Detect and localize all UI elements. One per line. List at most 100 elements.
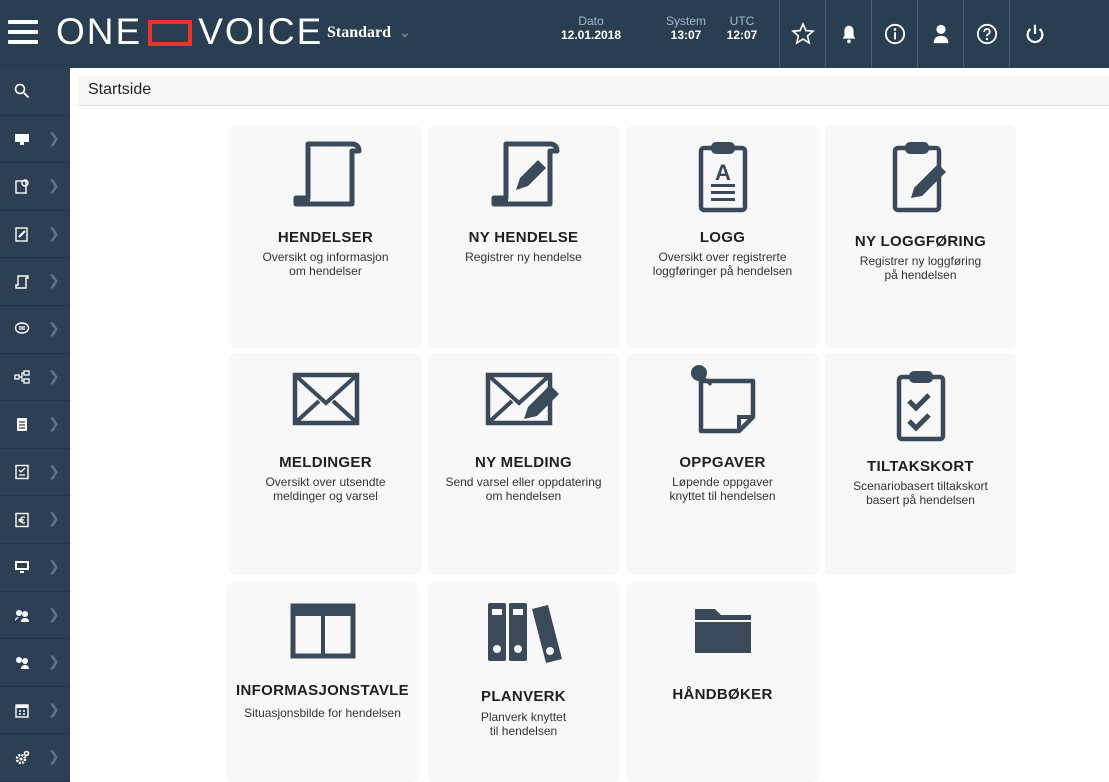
- tile-title: NY LOGGFØRING: [854, 233, 987, 250]
- sidebar-item-users[interactable]: ❯: [0, 639, 70, 687]
- bell-icon: [842, 25, 855, 44]
- tile-description: Scenariobasert tiltakskort basert på hen…: [853, 479, 988, 507]
- tile-description: Løpende oppgaver knyttet til hendelsen: [669, 475, 776, 503]
- envelope-icon: [292, 372, 359, 426]
- monitor-icon: [15, 561, 29, 574]
- sidebar: ❯ ❯ ❯ ❯ ❯ ❯ ❯ ❯ ❯ ❯ ❯ ❯ ❯ ❯: [0, 68, 70, 782]
- help-button[interactable]: [963, 0, 1009, 68]
- logout-button[interactable]: [1009, 0, 1060, 68]
- chevron-right-icon: ❯: [48, 653, 60, 670]
- tile-title: LOGG: [699, 229, 746, 246]
- system-value: 13:07: [670, 28, 702, 42]
- tile-title: OPPGAVER: [679, 454, 766, 471]
- chat-icon: [14, 322, 30, 334]
- checklist-icon: [15, 464, 29, 480]
- info-button[interactable]: [871, 0, 917, 68]
- clipboard-text-icon: A: [698, 142, 747, 213]
- sidebar-item-scroll[interactable]: ❯: [0, 258, 70, 306]
- menu-icon[interactable]: [8, 20, 38, 44]
- tile-tiltakskort[interactable]: TILTAKSKORT Scenariobasert tiltakskort b…: [825, 353, 1016, 575]
- chevron-right-icon: ❯: [48, 319, 60, 336]
- profile-label: Standard: [327, 24, 392, 41]
- sidebar-item-settings[interactable]: ❯: [0, 734, 70, 782]
- tile-title: NY HENDELSE: [468, 229, 579, 246]
- tile-description: Registrer ny loggføring på hendelsen: [859, 254, 982, 282]
- tile-description: Oversikt og informasjon om hendelser: [262, 250, 389, 278]
- breadcrumb-label: Startside: [88, 81, 152, 98]
- chevron-right-icon: ❯: [48, 177, 60, 194]
- scroll-icon: [15, 274, 29, 289]
- tile-description: Oversikt over utsendte meldinger og vars…: [265, 475, 386, 503]
- sidebar-item-dashboard[interactable]: ❯: [0, 116, 70, 164]
- sidebar-item-search[interactable]: [0, 68, 70, 116]
- tile-planverk[interactable]: PLANVERK Planverk knyttet til hendelsen: [428, 583, 619, 782]
- events-icon: [15, 179, 29, 195]
- euro-icon: [15, 512, 29, 527]
- tile-logg[interactable]: A LOGG Oversikt over registrerte loggfør…: [627, 126, 818, 348]
- clipboard-pencil-icon: [892, 142, 946, 213]
- calendar-icon: [15, 704, 29, 718]
- scroll-icon: [293, 141, 361, 207]
- tile-title: MELDINGER: [279, 454, 372, 471]
- system-time: System 13:07: [660, 14, 712, 42]
- date-display: Dato 12.01.2018: [556, 14, 626, 42]
- tile-informasjonstavle[interactable]: INFORMASJONSTAVLE Situasjonsbilde for he…: [227, 583, 418, 782]
- chevron-right-icon: ❯: [48, 272, 60, 289]
- clipboard-icon: [17, 418, 27, 432]
- tile-title: HENDELSER: [277, 229, 374, 246]
- tile-handboker[interactable]: HÅNDBØKER: [627, 583, 818, 782]
- tile-description: Send varsel eller oppdatering om hendels…: [445, 475, 602, 503]
- tile-meldinger[interactable]: MELDINGER Oversikt over utsendte melding…: [230, 353, 421, 575]
- sidebar-item-org[interactable]: ❯: [0, 354, 70, 402]
- tile-oppgaver[interactable]: OPPGAVER Løpende oppgaver knyttet til he…: [627, 353, 818, 575]
- sidebar-item-calendar[interactable]: ❯: [0, 687, 70, 735]
- chevron-right-icon: ❯: [48, 415, 60, 432]
- tile-ny-loggforing[interactable]: NY LOGGFØRING Registrer ny loggføring på…: [825, 126, 1016, 348]
- utc-time: UTC 12:07: [722, 14, 762, 42]
- sidebar-item-events[interactable]: ❯: [0, 163, 70, 211]
- sidebar-item-chat[interactable]: ❯: [0, 306, 70, 354]
- board-icon: [290, 603, 355, 659]
- profile-selector[interactable]: Standard ⌄: [327, 24, 411, 42]
- sidebar-item-tasks[interactable]: ❯: [0, 449, 70, 497]
- sidebar-item-contacts[interactable]: ❯: [0, 592, 70, 640]
- tile-description: Planverk knyttet til hendelsen: [480, 710, 567, 738]
- search-icon: [14, 83, 30, 99]
- logo-box-icon: [148, 20, 193, 46]
- tile-description: Oversikt over registrerte loggføringer p…: [652, 250, 793, 278]
- star-icon: [790, 22, 815, 45]
- notifications-button[interactable]: [825, 0, 871, 68]
- users-icon: [16, 657, 29, 670]
- scroll-pencil-icon: [491, 141, 559, 207]
- user-button[interactable]: [917, 0, 963, 68]
- logo-text-one: ONE: [56, 11, 143, 52]
- tile-hendelser[interactable]: HENDELSER Oversikt og informasjon om hen…: [230, 126, 421, 348]
- svg-text:A: A: [715, 160, 731, 185]
- tile-title: NY MELDING: [475, 454, 572, 471]
- logo-text-voice: VOICE: [198, 11, 324, 52]
- chevron-right-icon: ❯: [48, 557, 60, 574]
- tile-ny-hendelse[interactable]: NY HENDELSE Registrer ny hendelse: [428, 126, 619, 348]
- chevron-right-icon: ❯: [48, 510, 60, 527]
- sidebar-item-new-event[interactable]: ❯: [0, 211, 70, 259]
- chevron-right-icon: ❯: [48, 367, 60, 384]
- sidebar-item-economy[interactable]: ❯: [0, 496, 70, 544]
- clipboard-check-icon: [896, 371, 945, 442]
- system-label: System: [665, 14, 706, 28]
- info-icon: [884, 23, 905, 45]
- sidebar-item-log[interactable]: ❯: [0, 401, 70, 449]
- edit-document-icon: [15, 227, 28, 242]
- chevron-right-icon: ❯: [48, 605, 60, 622]
- binders-icon: [487, 603, 562, 663]
- breadcrumb: Startside: [78, 76, 1109, 106]
- tile-description: Registrer ny hendelse: [465, 250, 582, 264]
- folder-icon: [694, 609, 751, 653]
- pinned-note-icon: [690, 365, 755, 434]
- tile-ny-melding[interactable]: NY MELDING Send varsel eller oppdatering…: [428, 353, 619, 575]
- tile-title: PLANVERK: [481, 688, 566, 705]
- sidebar-item-board[interactable]: ❯: [0, 544, 70, 592]
- utc-value: 12:07: [726, 28, 758, 42]
- org-chart-icon: [14, 370, 30, 384]
- favorites-button[interactable]: [779, 0, 825, 68]
- chevron-right-icon: ❯: [48, 462, 60, 479]
